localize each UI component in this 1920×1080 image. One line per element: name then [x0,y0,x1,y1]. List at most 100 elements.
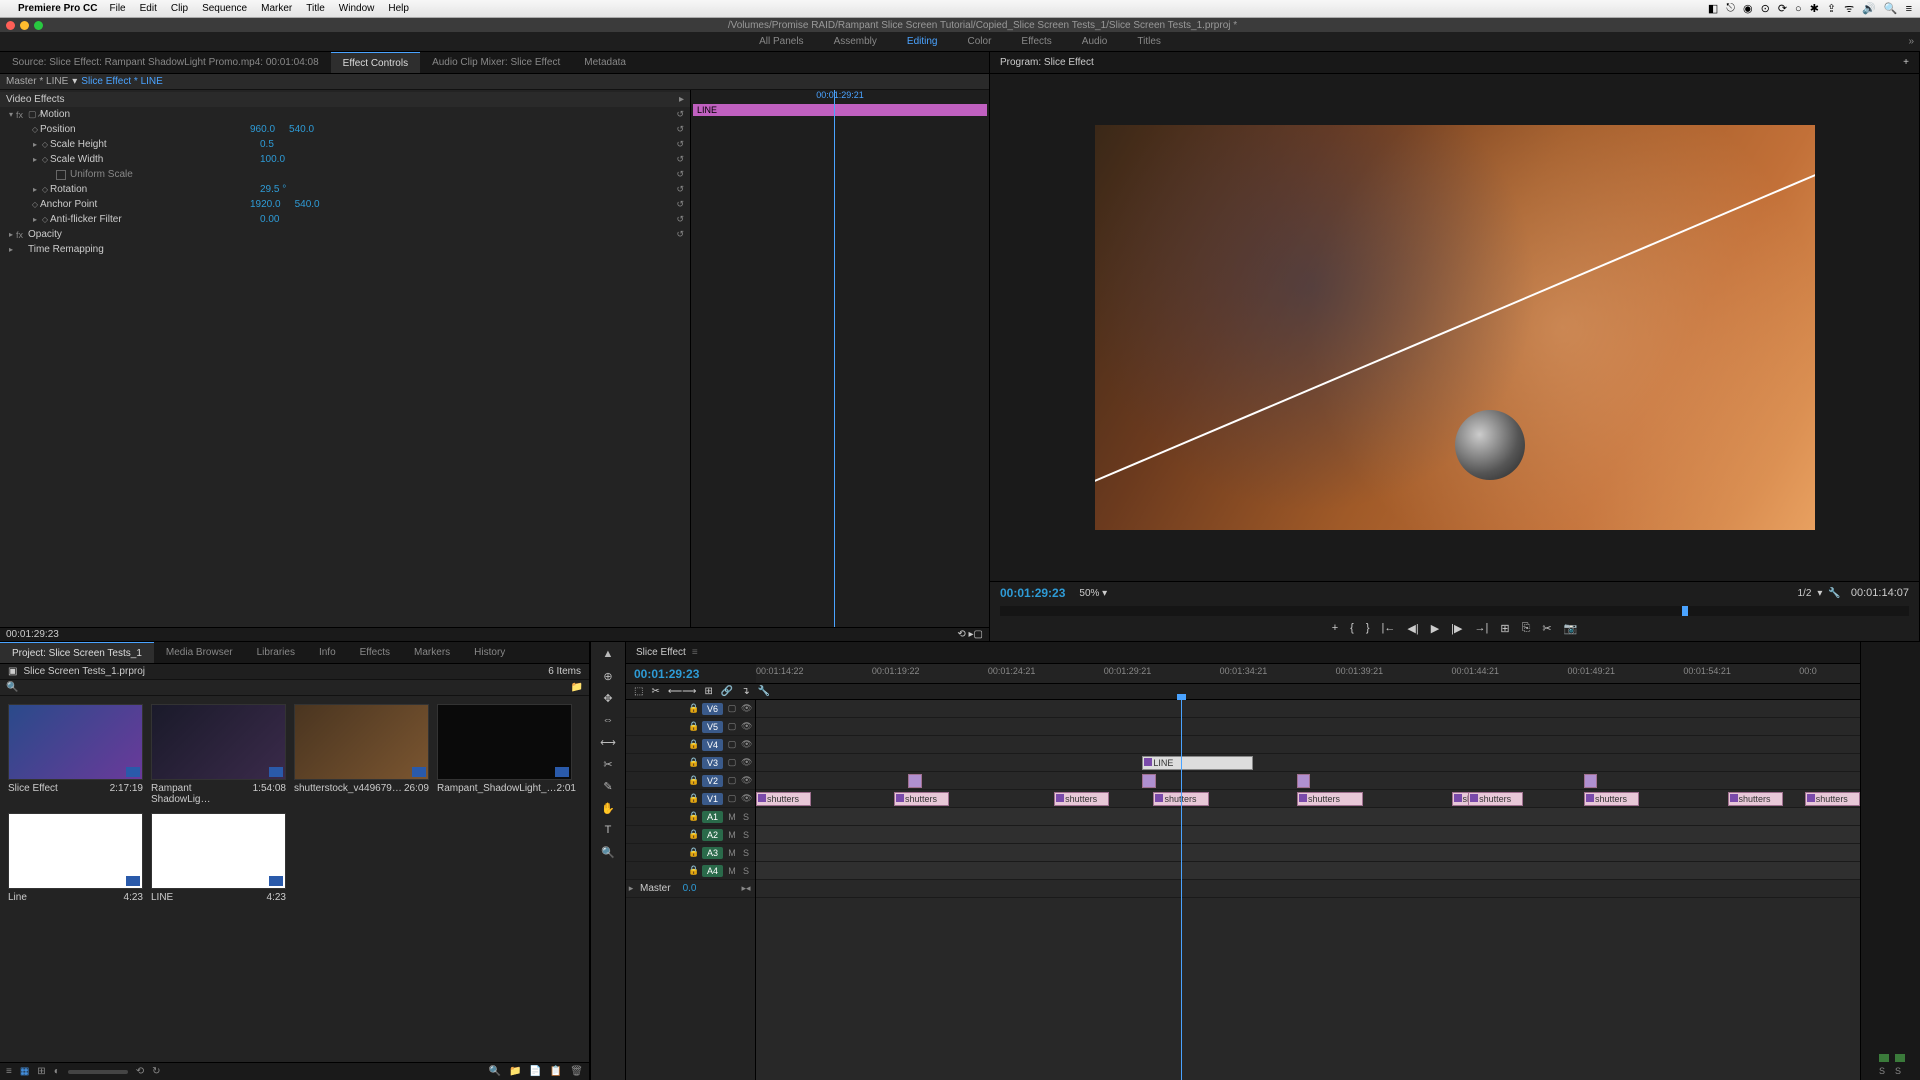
reset-icon[interactable]: ↺ [676,199,684,210]
output-icon[interactable]: ▸◂ [741,883,751,894]
twirl-icon[interactable]: ▸ [30,215,40,224]
bin-item[interactable]: Rampant ShadowLig…1:54:08 [151,704,286,805]
eye-icon[interactable]: 👁 [741,757,751,768]
play-button[interactable]: ▶ [1431,622,1439,635]
go-to-in-button[interactable]: |← [1382,622,1396,635]
mute-icon[interactable]: M [727,812,737,822]
ec-uniform-scale[interactable]: Uniform Scale ↺ [0,167,690,182]
reset-icon[interactable]: ↺ [676,214,684,225]
lock-icon[interactable]: 🔒 [688,847,698,858]
reset-icon[interactable]: ↺ [676,124,684,135]
status-icon[interactable]: ◉ [1743,2,1753,15]
clip-line[interactable]: LINE [1142,756,1252,770]
bin-thumbnail[interactable] [151,813,286,889]
position-y[interactable]: 540.0 [289,124,314,135]
track-lane[interactable] [756,754,1860,772]
timeline-tab[interactable]: Slice Effect≡ [626,642,1860,664]
track-lane[interactable] [756,736,1860,754]
nest-icon[interactable]: ⬚ [634,686,643,697]
tab-metadata[interactable]: Metadata [572,52,638,73]
audio-track-header[interactable]: 🔒A1MS [626,808,755,826]
mark-out-button[interactable]: } [1366,622,1370,635]
stopwatch-icon[interactable]: ◇ [40,185,50,194]
export-frame-button[interactable]: ✂ [1542,622,1551,635]
track-lane[interactable] [756,844,1860,862]
stopwatch-icon[interactable]: ◇ [40,155,50,164]
lock-icon[interactable]: 🔒 [688,757,698,768]
search-icon[interactable]: 🔍 [6,682,18,693]
list-view-icon[interactable]: ≡ [6,1066,12,1077]
anchor-x[interactable]: 1920.0 [250,199,281,210]
mute-icon[interactable]: M [727,866,737,876]
track-lane[interactable] [756,808,1860,826]
menu-help[interactable]: Help [388,3,409,14]
twirl-icon[interactable]: ▸ [6,245,16,254]
clip-shutters[interactable]: shutters [1728,792,1783,806]
lock-icon[interactable]: 🔒 [688,721,698,732]
clip-shutters[interactable]: shutters [1468,792,1523,806]
rolling-tool[interactable]: ⇔ [600,714,616,730]
tab-effects[interactable]: Effects [348,642,402,663]
lock-icon[interactable]: 🔒 [688,865,698,876]
track-label[interactable]: A3 [702,847,723,859]
bin-item[interactable]: Slice Effect2:17:19 [8,704,143,805]
workspace-overflow-icon[interactable]: » [1908,36,1914,47]
trash-icon[interactable]: 🗑 [570,1066,583,1077]
ec-time-remap[interactable]: ▸ Time Remapping [0,242,690,257]
menu-window[interactable]: Window [339,3,375,14]
ec-opacity[interactable]: ▸ fx Opacity ↺ [0,227,690,242]
timeline-ruler[interactable]: 00:01:14:2200:01:19:2200:01:24:2100:01:2… [756,664,1860,683]
timeline-timecode[interactable]: 00:01:29:23 [626,667,756,681]
twirl-icon[interactable]: ▸ [30,185,40,194]
bin-item[interactable]: LINE4:23 [151,813,286,903]
stopwatch-icon[interactable]: ◇ [30,200,40,209]
clip-shutters[interactable]: shutters [1805,792,1860,806]
workspace-audio[interactable]: Audio [1082,36,1108,47]
video-track-header[interactable]: 🔒V2▢👁 [626,772,755,790]
track-lane[interactable] [756,862,1860,880]
clip-small[interactable] [1584,774,1597,788]
fx-badge-icon[interactable]: fx [16,230,28,240]
track-label[interactable]: A1 [702,811,723,823]
clip-shutters[interactable]: shutters [894,792,949,806]
ec-loop-icon[interactable]: ⟲ ▸▢ [957,629,983,640]
tab-media-browser[interactable]: Media Browser [154,642,245,663]
menu-edit[interactable]: Edit [140,3,157,14]
menu-file[interactable]: File [109,3,125,14]
tab-libraries[interactable]: Libraries [245,642,307,663]
video-track-header[interactable]: 🔒V4▢👁 [626,736,755,754]
ripple-tool[interactable]: ✥ [600,692,616,708]
ec-rotation[interactable]: ▸ ◇ Rotation 29.5 ° ↺ [0,182,690,197]
anchor-y[interactable]: 540.0 [295,199,320,210]
lock-icon[interactable]: 🔒 [688,829,698,840]
audio-track-header[interactable]: 🔒A3MS [626,844,755,862]
fx-badge-icon[interactable]: fx [16,110,28,120]
reset-icon[interactable]: ↺ [676,154,684,165]
bin-item[interactable]: Line4:23 [8,813,143,903]
reset-icon[interactable]: ↺ [676,169,684,180]
status-icon[interactable]: ⎋ [1726,2,1735,15]
toggle-output-icon[interactable]: ▢ [727,703,737,714]
mute-icon[interactable]: M [727,830,737,840]
position-x[interactable]: 960.0 [250,124,275,135]
find-icon[interactable]: 🔍 [488,1066,500,1077]
notification-icon[interactable]: ≡ [1906,3,1912,15]
antiflicker-value[interactable]: 0.00 [260,214,279,225]
extract-button[interactable]: ⎘ [1522,622,1531,635]
stopwatch-icon[interactable]: ◇ [40,215,50,224]
status-icon[interactable]: ◧ [1708,2,1718,15]
video-track-header[interactable]: 🔒V6▢👁 [626,700,755,718]
panel-menu-icon[interactable]: + [1903,57,1909,68]
reset-icon[interactable]: ↺ [676,184,684,195]
workspace-titles[interactable]: Titles [1137,36,1161,47]
bin-thumbnail[interactable] [8,813,143,889]
clip-small[interactable] [1297,774,1310,788]
auto-icon[interactable]: ⟲ [136,1066,144,1077]
scale-height-value[interactable]: 0.5 [260,139,274,150]
track-lane[interactable] [756,880,1860,898]
scale-width-value[interactable]: 100.0 [260,154,285,165]
eye-icon[interactable]: 👁 [741,703,751,714]
new-bin-icon[interactable]: 📁 [509,1066,521,1077]
clip-small[interactable] [908,774,921,788]
workspace-assembly[interactable]: Assembly [834,36,877,47]
